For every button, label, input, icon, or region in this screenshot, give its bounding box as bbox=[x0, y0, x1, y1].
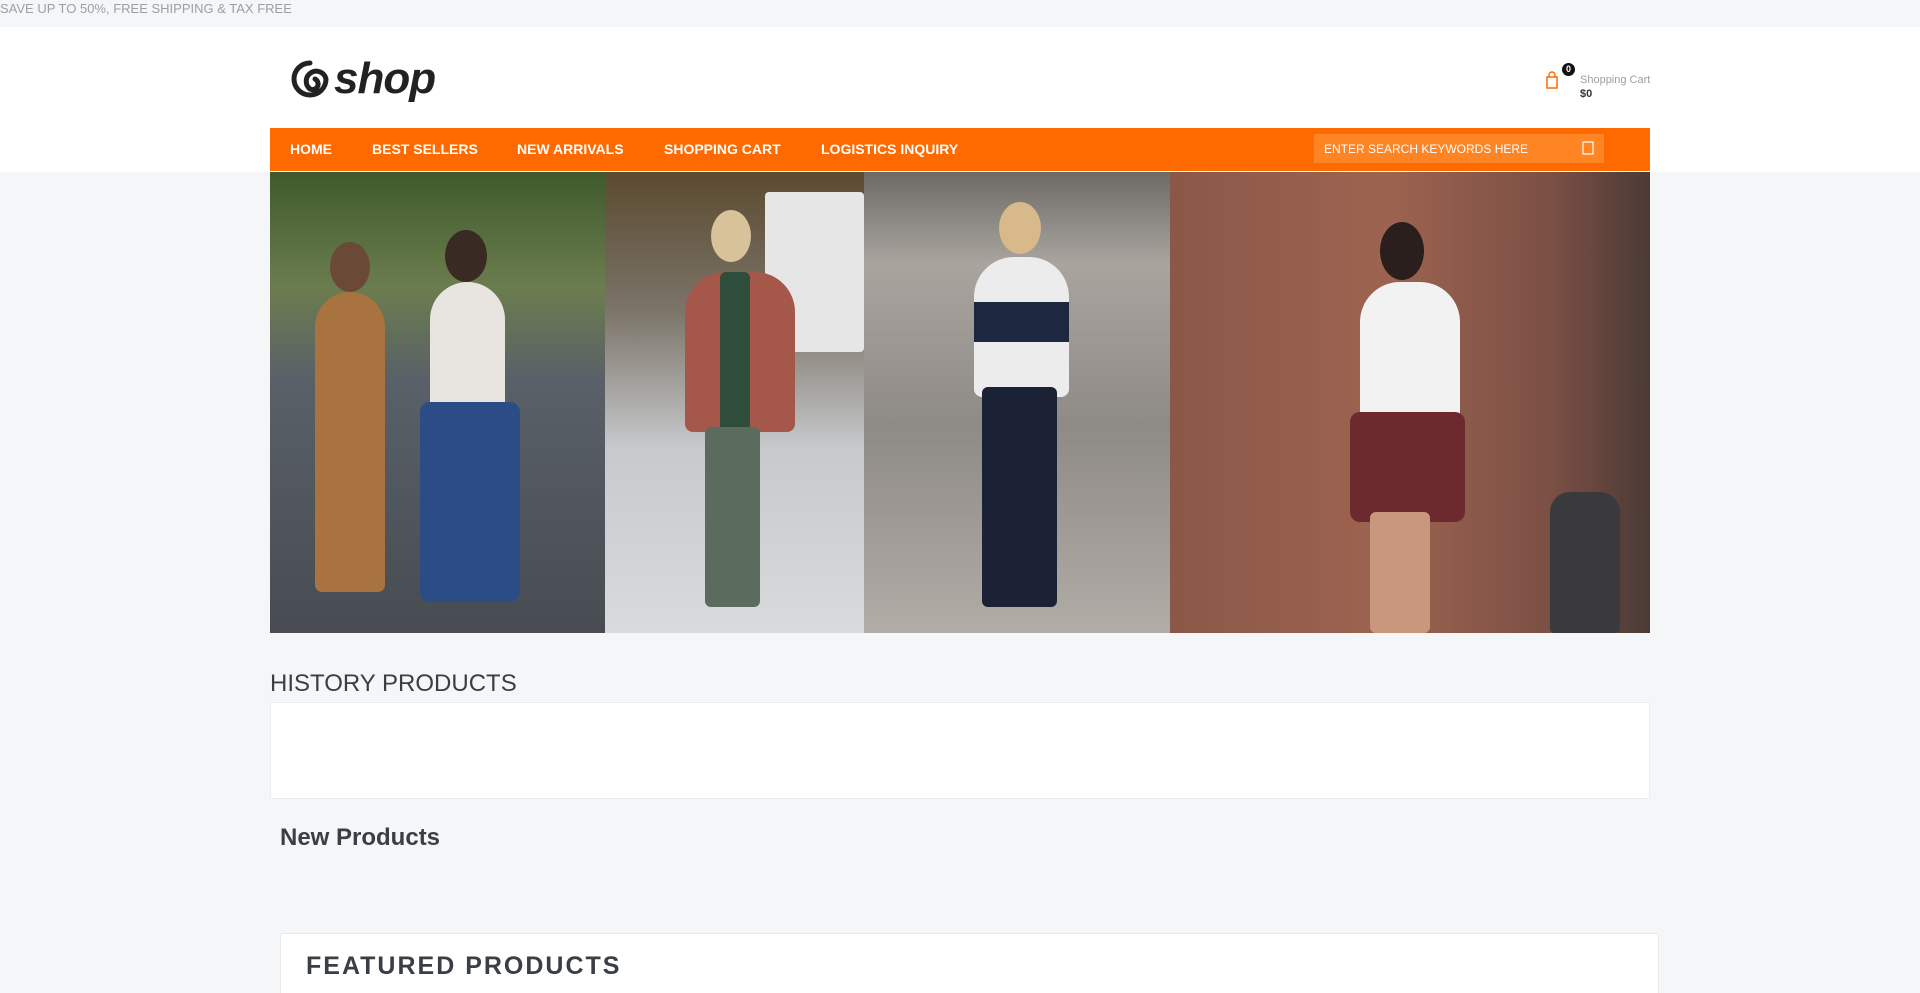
cart-total: $0 bbox=[1580, 88, 1593, 100]
nav-item-shopping-cart[interactable]: SHOPPING CART bbox=[664, 128, 781, 171]
logo-text: shop bbox=[334, 54, 436, 103]
promo-text: SAVE UP TO 50%, FREE SHIPPING & TAX FREE bbox=[0, 1, 292, 16]
nav-item-home[interactable]: HOME bbox=[290, 128, 332, 171]
main-nav: HOME BEST SELLERS NEW ARRIVALS SHOPPING … bbox=[270, 128, 1650, 171]
banner-photo-2 bbox=[605, 172, 864, 633]
cart-label: Shopping Cart bbox=[1580, 74, 1651, 86]
shopping-bag-icon bbox=[1546, 71, 1558, 89]
cart-count-badge: 0 bbox=[1562, 63, 1575, 76]
search-box bbox=[1314, 134, 1604, 163]
hero-banner[interactable] bbox=[270, 172, 1650, 633]
search-icon[interactable] bbox=[1582, 141, 1594, 155]
promo-bar: SAVE UP TO 50%, FREE SHIPPING & TAX FREE bbox=[0, 0, 1920, 27]
banner-photo-1 bbox=[270, 172, 605, 633]
featured-products-panel: FEATURED PRODUCTS bbox=[280, 933, 1659, 993]
featured-products-title: FEATURED PRODUCTS bbox=[306, 952, 622, 980]
banner-photo-3 bbox=[864, 172, 1170, 633]
banner-photo-4 bbox=[1170, 172, 1650, 633]
new-products-title: New Products bbox=[280, 824, 441, 851]
cart-widget[interactable]: 0 Shopping Cart $0 bbox=[1546, 63, 1650, 107]
nav-item-logistics-inquiry[interactable]: LOGISTICS INQUIRY bbox=[821, 128, 958, 171]
nav-item-new-arrivals[interactable]: NEW ARRIVALS bbox=[517, 128, 624, 171]
site-logo[interactable]: shop bbox=[290, 54, 436, 103]
search-input[interactable] bbox=[1314, 134, 1576, 163]
swirl-logo-icon bbox=[291, 60, 329, 98]
history-products-title: HISTORY PRODUCTS bbox=[270, 670, 517, 697]
nav-item-best-sellers[interactable]: BEST SELLERS bbox=[372, 128, 478, 171]
history-products-panel bbox=[270, 702, 1650, 799]
